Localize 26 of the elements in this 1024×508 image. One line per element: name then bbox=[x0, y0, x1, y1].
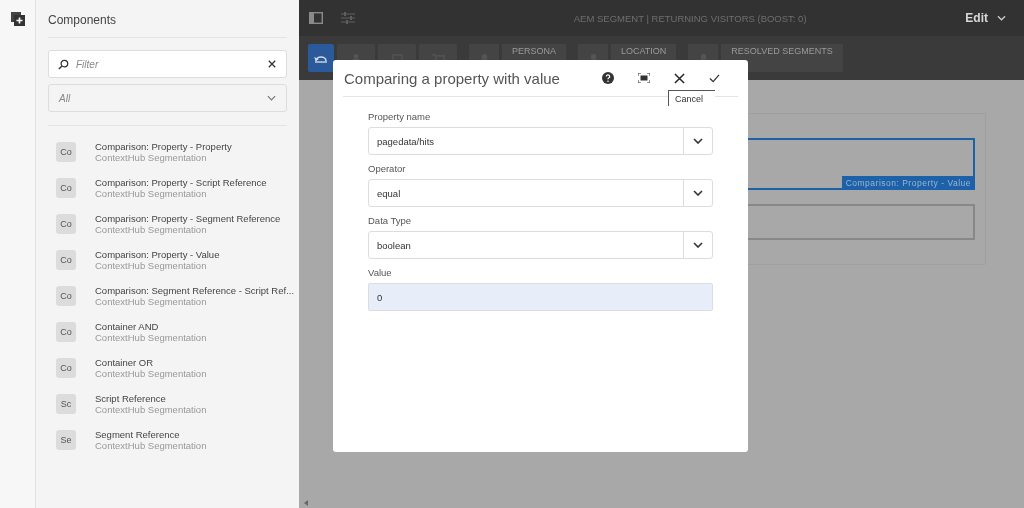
component-badge: Co bbox=[56, 358, 76, 378]
component-badge: Co bbox=[56, 214, 76, 234]
field-label: Value bbox=[368, 267, 393, 278]
panel-title: Components bbox=[48, 13, 118, 29]
component-badge: Co bbox=[56, 250, 76, 270]
dialog-title: Comparing a property with value bbox=[344, 69, 561, 87]
component-group: ContextHub Segmentation bbox=[95, 152, 232, 163]
field-label: Property name bbox=[368, 111, 432, 122]
component-group: ContextHub Segmentation bbox=[95, 260, 220, 271]
component-badge: Co bbox=[56, 142, 76, 162]
field-label: Data Type bbox=[368, 215, 413, 226]
field-label: Operator bbox=[368, 163, 407, 174]
component-group: ContextHub Segmentation bbox=[95, 224, 281, 235]
component-label: Comparison: Property - Value bbox=[841, 176, 975, 190]
component-badge: Sc bbox=[56, 394, 76, 414]
component-group: ContextHub Segmentation bbox=[95, 404, 207, 415]
component-group: ContextHub Segmentation bbox=[95, 368, 207, 379]
component-group: ContextHub Segmentation bbox=[95, 332, 207, 343]
component-badge: Se bbox=[56, 430, 76, 450]
tooltip: Cancel bbox=[668, 89, 715, 106]
component-group: ContextHub Segmentation bbox=[95, 296, 295, 307]
component-badge: Co bbox=[56, 286, 76, 306]
component-group: ContextHub Segmentation bbox=[95, 188, 267, 199]
component-badge: Co bbox=[56, 322, 76, 342]
component-badge: Co bbox=[56, 178, 76, 198]
component-group: ContextHub Segmentation bbox=[95, 440, 207, 451]
